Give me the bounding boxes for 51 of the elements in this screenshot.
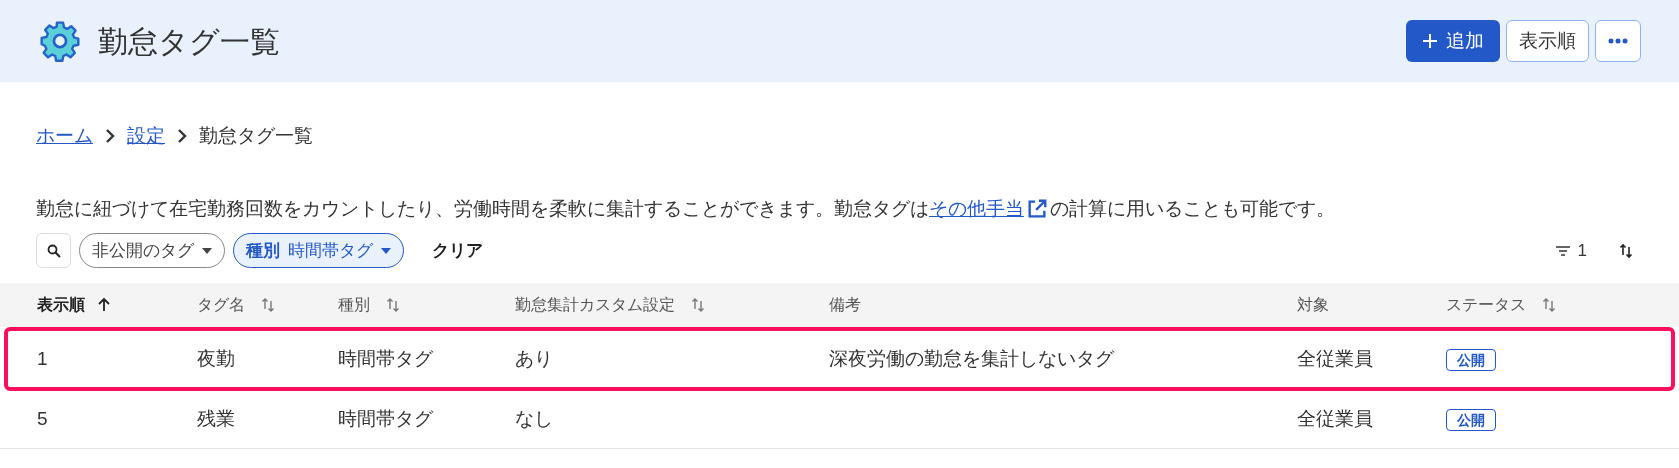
table-cell: 時間帯タグ <box>337 347 433 369</box>
sort-icon[interactable] <box>385 297 400 313</box>
allowance-link[interactable]: その他手当 <box>929 194 1024 223</box>
sort-icon[interactable] <box>1542 297 1557 313</box>
table-cell: 5 <box>37 408 48 430</box>
table-cell: 全従業員 <box>1297 347 1374 369</box>
filter-count-button[interactable]: 1 <box>1555 237 1587 264</box>
column-header: 対象 <box>1297 295 1330 315</box>
column-header[interactable]: 表示順 <box>37 293 85 317</box>
external-link-icon <box>1026 197 1048 220</box>
table-cell: 残業 <box>196 408 235 430</box>
column-header[interactable]: 勤怠集計カスタム設定 <box>515 293 676 317</box>
description-text: 勤怠に紐づけて在宅勤務回数をカウントしたり、労働時間を柔軟に集計することができます。勤怠タグはその他手当 の計算に用いることも可能です。 <box>0 194 1679 223</box>
column-header[interactable]: 種別 <box>337 293 370 317</box>
status-badge: 公開 <box>1446 409 1497 432</box>
breadcrumb-link[interactable]: 設定 <box>127 122 165 151</box>
column-header: 備考 <box>828 295 861 315</box>
caret-icon <box>202 247 212 254</box>
sort-icon <box>1619 242 1633 259</box>
table-cell: 深夜労働の勤怠を集計しないタグ <box>828 347 1114 369</box>
column-header[interactable]: タグ名 <box>196 293 245 317</box>
page-title: 勤怠タグ一覧 <box>98 23 280 60</box>
caret-icon <box>381 247 391 254</box>
gear-icon <box>38 19 82 63</box>
breadcrumb-current: 勤怠タグ一覧 <box>199 124 313 148</box>
sort-button[interactable] <box>1619 242 1633 259</box>
table-cell: なし <box>515 408 554 430</box>
breadcrumb-link[interactable]: ホーム <box>36 122 93 151</box>
sort-order-button[interactable]: 表示順 <box>1506 20 1589 62</box>
filter-chip[interactable]: 非公開のタグ <box>79 233 225 268</box>
search-icon <box>46 243 61 258</box>
table-cell: 全従業員 <box>1297 408 1374 430</box>
search-button[interactable] <box>36 233 71 268</box>
chevron-right-icon <box>177 129 187 144</box>
add-button[interactable]: 追加 <box>1406 20 1500 62</box>
table-cell: あり <box>515 347 554 369</box>
sort-icon[interactable] <box>691 297 706 313</box>
status-badge: 公開 <box>1446 348 1497 371</box>
clear-button[interactable]: クリア <box>432 237 483 264</box>
sort-ascending-icon[interactable] <box>97 297 111 313</box>
chevron-right-icon <box>105 129 115 144</box>
more-button[interactable] <box>1595 20 1641 62</box>
more-icon <box>1608 38 1628 44</box>
sort-icon[interactable] <box>260 297 275 313</box>
plus-icon <box>1422 33 1438 49</box>
filter-chip[interactable]: 種別 時間帯タグ <box>233 233 404 268</box>
table-cell: 夜勤 <box>196 347 235 369</box>
column-header[interactable]: ステータス <box>1446 293 1527 317</box>
table-cell: 1 <box>37 347 48 369</box>
table-cell: 時間帯タグ <box>337 408 433 430</box>
filter-icon <box>1555 245 1570 256</box>
